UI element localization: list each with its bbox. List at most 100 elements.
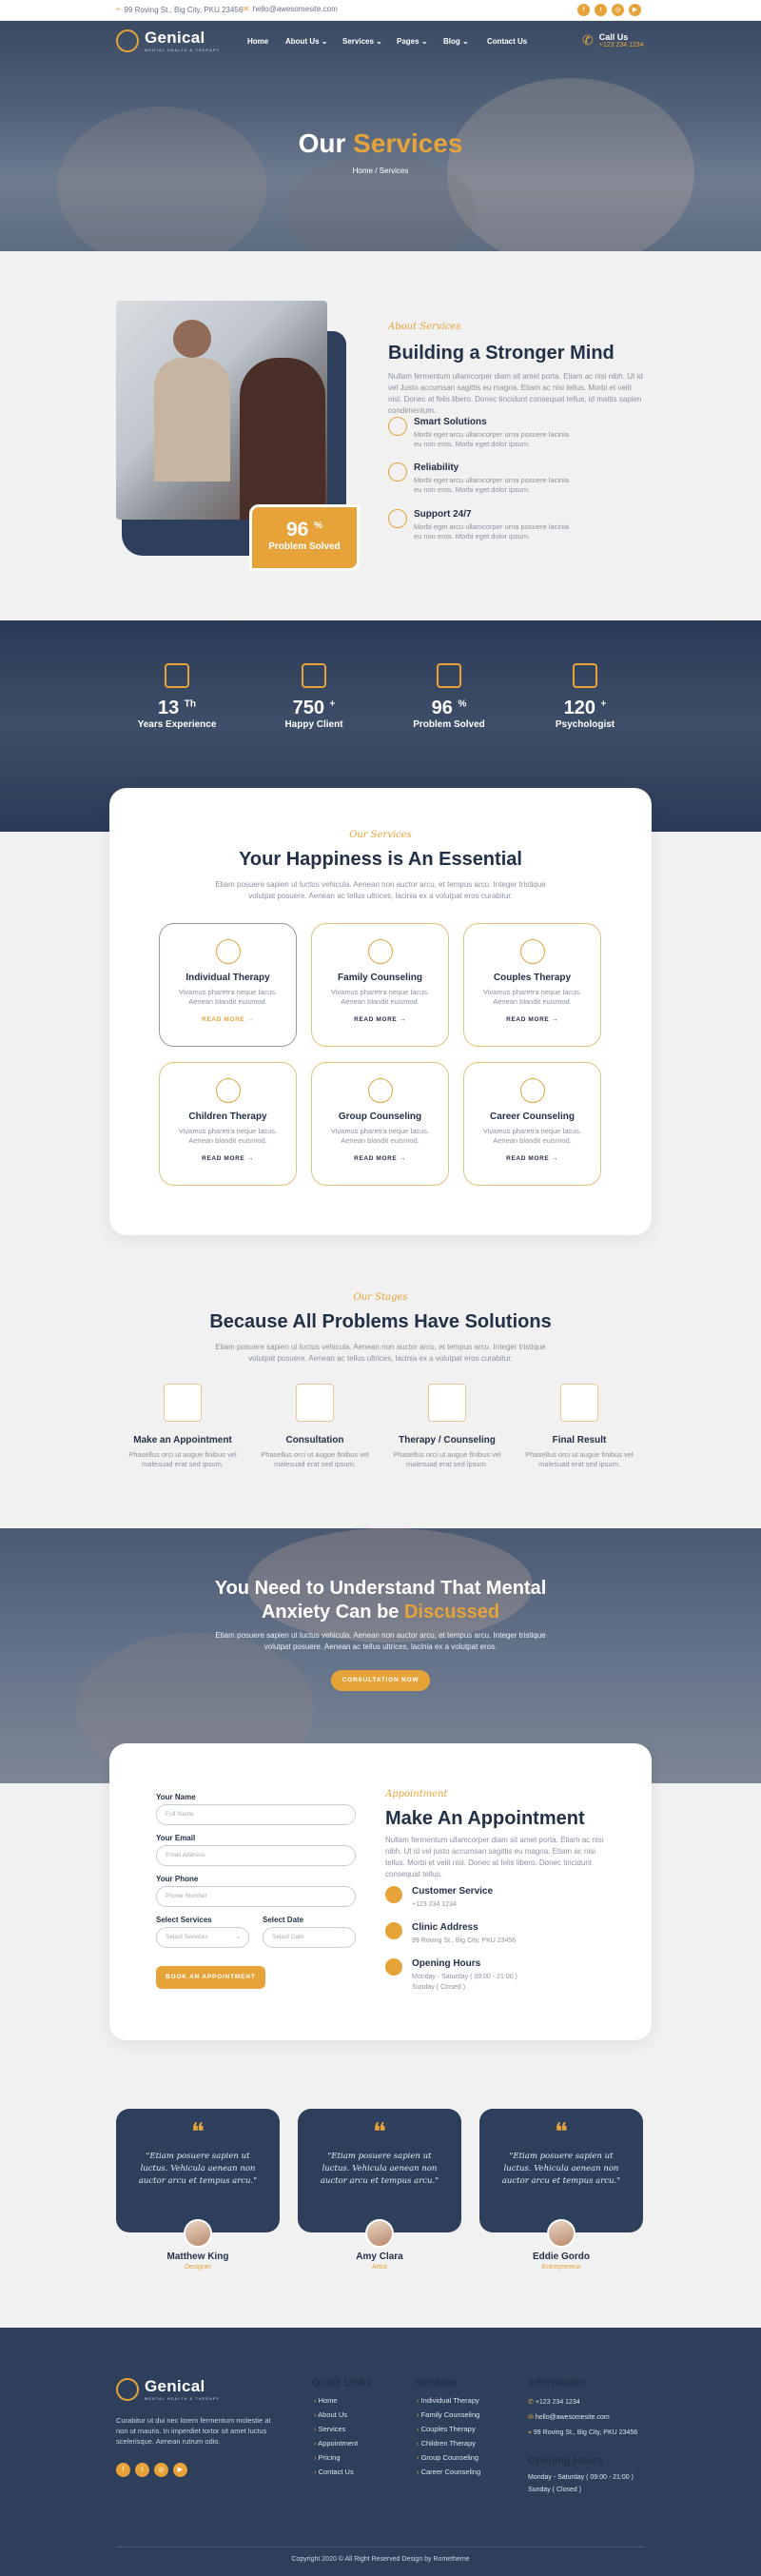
footer-link[interactable]: About Us <box>314 2408 358 2422</box>
submit-wrap: BOOK AN APPOINTMENT <box>156 1966 265 1989</box>
cta-button-wrap: CONSULTATION NOW <box>0 1669 761 1691</box>
nav-services[interactable]: Services ⌄ <box>342 37 382 46</box>
facebook-icon[interactable]: f <box>116 2463 130 2477</box>
read-more-link[interactable]: READ MORE → <box>464 1155 600 1162</box>
instagram-icon[interactable]: ◎ <box>154 2463 168 2477</box>
service-couples-therapy[interactable]: Couples Therapy Vivamus pharetra neque l… <box>463 923 601 1047</box>
footer-link[interactable]: Appointment <box>314 2436 358 2450</box>
nav-blog[interactable]: Blog ⌄ <box>443 37 469 46</box>
email-label: Your Email <box>156 1834 196 1842</box>
footer-address: ⌖ 99 Roving St., Big City, PKU 23456 <box>528 2429 638 2436</box>
service-career-counseling[interactable]: Career Counseling Vivamus pharetra neque… <box>463 1062 601 1186</box>
read-more-link[interactable]: READ MORE → <box>160 1155 296 1162</box>
phone-input[interactable]: Phone Number <box>156 1886 356 1907</box>
twitter-icon[interactable]: t <box>595 4 607 16</box>
name-input[interactable]: Full Name <box>156 1804 356 1825</box>
service-children-therapy[interactable]: Children Therapy Vivamus pharetra neque … <box>159 1062 297 1186</box>
footer-link[interactable]: Children Therapy <box>417 2436 480 2450</box>
read-more-link[interactable]: READ MORE → <box>464 1016 600 1023</box>
arrow-right-icon: → <box>399 1155 406 1162</box>
call-label: Call Us <box>598 32 629 42</box>
appointment-subtitle: Appointment <box>385 1789 448 1799</box>
breadcrumb[interactable]: Home / Services <box>0 167 761 175</box>
doctor-icon <box>573 663 597 688</box>
footer-link[interactable]: Individual Therapy <box>417 2393 480 2408</box>
footer-email[interactable]: ✉ hello@awesomesite.com <box>528 2410 637 2426</box>
stat-clients: 750 + Happy Client <box>247 663 380 730</box>
nav-pages[interactable]: Pages ⌄ <box>397 37 428 46</box>
read-more-link[interactable]: READ MORE → <box>312 1016 448 1023</box>
nav-about[interactable]: About Us ⌄ <box>285 37 328 46</box>
youtube-icon[interactable]: ▶ <box>629 4 641 16</box>
avatar <box>184 2219 212 2248</box>
result-icon <box>560 1384 598 1422</box>
footer-link[interactable]: Services <box>314 2422 358 2436</box>
topbar-email[interactable]: ✉ hello@awesomesite.com <box>243 5 338 13</box>
family-icon <box>367 939 393 964</box>
testimonial-name: Matthew King <box>166 2252 229 2262</box>
chevron-down-icon: ⌄ <box>376 37 382 46</box>
service-individual-therapy[interactable]: Individual Therapy Vivamus pharetra nequ… <box>159 923 297 1047</box>
phone-icon: ✆ <box>582 32 594 48</box>
read-more-link[interactable]: READ MORE → <box>312 1155 448 1162</box>
main-nav: Genical MENTAL HEALTH & THERAPY Home Abo… <box>0 21 761 63</box>
footer-link[interactable]: Couples Therapy <box>417 2422 480 2436</box>
footer-link[interactable]: Pricing <box>314 2450 358 2465</box>
footer-logo[interactable]: Genical MENTAL HEALTH & THERAPY <box>116 2377 220 2401</box>
stat-solved: 96 % Problem Solved <box>382 663 516 730</box>
book-appointment-button[interactable]: BOOK AN APPOINTMENT <box>156 1966 265 1989</box>
quick-links-title: Quick Links <box>312 2377 372 2389</box>
nav-home[interactable]: Home <box>247 37 268 46</box>
mail-icon: ✉ <box>243 5 249 13</box>
testimonial-role: Designer <box>184 2264 211 2271</box>
mail-icon: ✉ <box>528 2414 534 2421</box>
service-select[interactable]: Select Services ⌄ <box>156 1927 249 1948</box>
nav-contact[interactable]: Contact Us <box>487 37 527 46</box>
instagram-icon[interactable]: ◎ <box>612 4 624 16</box>
read-more-link[interactable]: READ MORE → <box>160 1016 296 1023</box>
couple-icon <box>519 939 545 964</box>
map-pin-icon: ⌖ <box>116 5 121 13</box>
footer-link[interactable]: Family Counseling <box>417 2408 480 2422</box>
cta-title-line-1: You Need to Understand That Mental <box>214 1578 547 1599</box>
footer-link[interactable]: Group Counseling <box>417 2450 480 2465</box>
chevron-down-icon: ⌄ <box>321 37 328 46</box>
footer-hours-title: Opening Hours <box>528 2455 604 2467</box>
testimonial-card: ❝ "Etiam posuere sapien ut luctus. Vehic… <box>298 2109 461 2232</box>
consultation-now-button[interactable]: CONSULTATION NOW <box>330 1670 431 1691</box>
brand-tagline: MENTAL HEALTH & THERAPY <box>145 48 221 52</box>
support-icon <box>388 509 407 528</box>
stage-result: Final Result Phasellus orci ut augue fin… <box>508 1384 651 1469</box>
about-subtitle: About Services <box>388 322 461 332</box>
cta-text-2: volutpat posuere. Aenean ac tellus ultri… <box>263 1642 498 1651</box>
service-group-counseling[interactable]: Group Counseling Vivamus pharetra neque … <box>311 1062 449 1186</box>
facebook-icon[interactable]: f <box>577 4 590 16</box>
testimonial-card: ❝ "Etiam posuere sapien ut luctus. Vehic… <box>479 2109 643 2232</box>
email-input[interactable]: Email Address <box>156 1845 356 1866</box>
chevron-down-icon: ⌄ <box>462 37 469 46</box>
therapy-icon <box>428 1384 466 1422</box>
testimonial-role: Entrepreneur <box>541 2264 581 2271</box>
footer-link[interactable]: Career Counseling <box>417 2465 481 2479</box>
appointment-text: Nullam fermentum ullamcorper diam sit am… <box>385 1836 604 1878</box>
footer-link[interactable]: Contact Us <box>314 2465 358 2479</box>
call-us[interactable]: ✆ Call Us +123 234 1234 <box>582 32 644 49</box>
service-family-counseling[interactable]: Family Counseling Vivamus pharetra neque… <box>311 923 449 1047</box>
services-links: Individual Therapy Family Counseling Cou… <box>417 2393 481 2479</box>
brand-name: Genical <box>145 29 205 47</box>
date-input[interactable]: Select Date <box>263 1927 356 1948</box>
headset-icon <box>385 1886 402 1903</box>
footer-link[interactable]: Home <box>314 2393 358 2408</box>
footer-hours: Monday - Saturday ( 09:00 - 21:00 ) Sund… <box>528 2474 634 2493</box>
youtube-icon[interactable]: ▶ <box>173 2463 187 2477</box>
brain-logo-icon <box>116 2377 139 2401</box>
testimonial-role: Artist <box>372 2264 387 2271</box>
cta-text-1: Etiam posuere sapien ut luctus vehicula.… <box>215 1631 546 1640</box>
footer-phone[interactable]: ✆ +123 234 1234 <box>528 2395 637 2410</box>
twitter-icon[interactable]: t <box>135 2463 149 2477</box>
building-icon <box>385 1922 402 1939</box>
about-text: Nullam fermentum ullamcorper diam sit am… <box>388 372 643 415</box>
stat-years: 13 Th Years Experience <box>110 663 244 730</box>
brand-logo[interactable]: Genical MENTAL HEALTH & THERAPY <box>116 29 220 52</box>
page-title: Our Services <box>298 128 463 158</box>
